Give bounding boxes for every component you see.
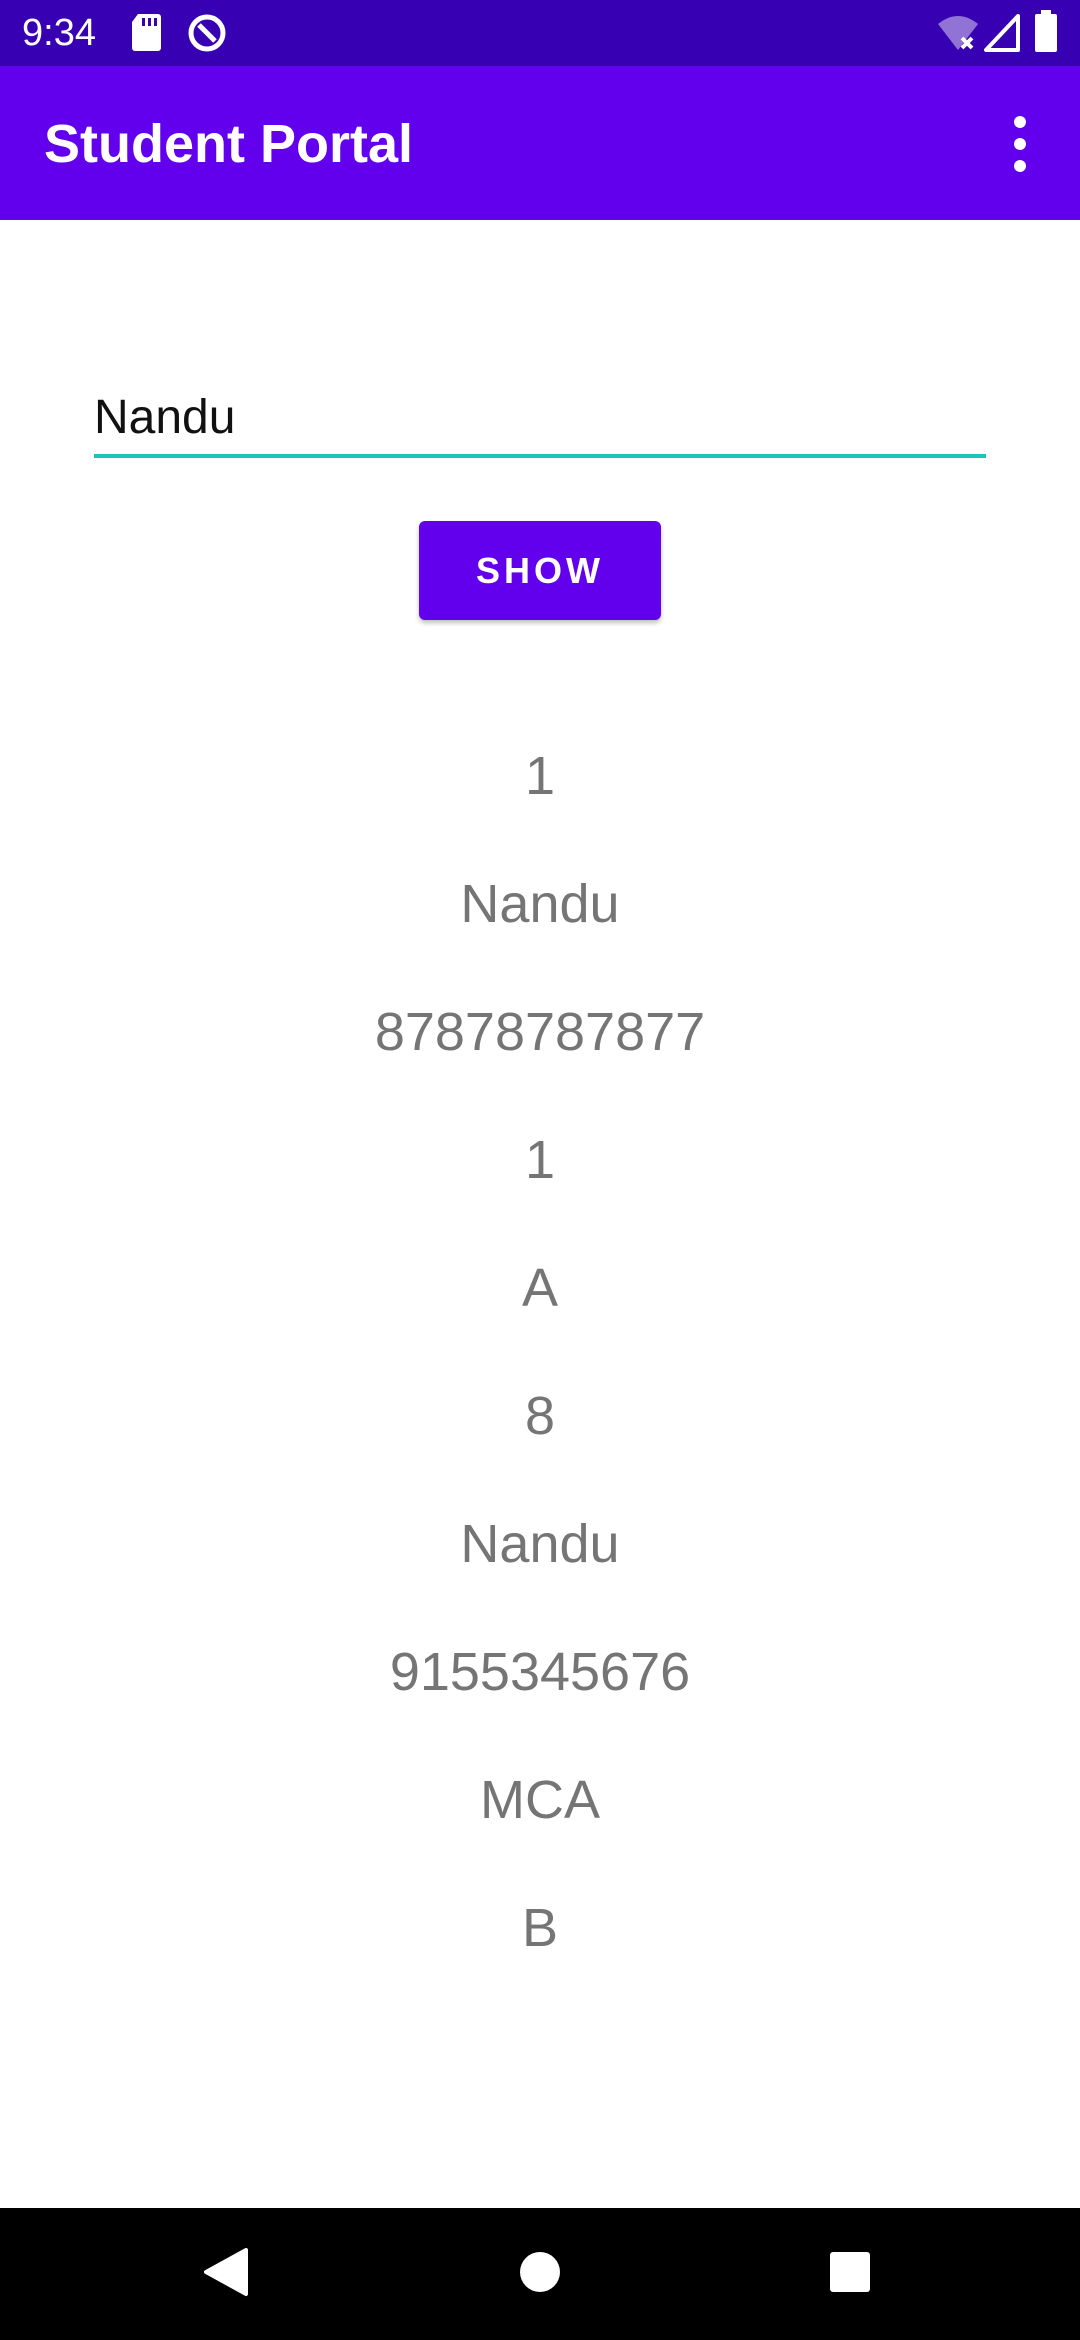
back-button[interactable] [156,2208,296,2340]
more-vert-icon[interactable] [994,112,1046,176]
status-time: 9:34 [22,12,96,54]
result-item: Nandu [460,874,620,934]
result-item: Nandu [460,1514,620,1574]
status-bar: 9:34 [0,0,1080,66]
result-item: B [521,1898,559,1958]
result-item: 9155345676 [389,1642,691,1702]
app-title: Student Portal [44,114,414,174]
home-button[interactable] [470,2208,610,2340]
wifi-off-icon [936,14,980,57]
sd-card-icon [130,12,162,57]
result-item: MCA [480,1770,600,1830]
screen: 9:34 Student Portal Nandu SHOW 1 Nandu 8… [0,0,1080,2340]
show-button[interactable]: SHOW [419,521,661,620]
recents-icon [828,2250,872,2299]
result-item: A [521,1258,559,1318]
result-item: 87878787877 [374,1002,706,1062]
battery-icon [1034,10,1058,57]
results-list: 1 Nandu 87878787877 1 A 8 Nandu 91553456… [0,712,1080,1992]
navigation-bar [0,2208,1080,2340]
result-item: 8 [524,1386,556,1446]
result-item: 1 [524,746,556,806]
data-saver-icon [186,12,228,59]
home-icon [518,2250,562,2299]
result-item: 1 [524,1130,556,1190]
name-input[interactable] [94,380,986,458]
recents-button[interactable] [780,2208,920,2340]
signal-icon [984,14,1020,57]
back-icon [202,2246,250,2303]
app-bar: Student Portal [0,66,1080,220]
